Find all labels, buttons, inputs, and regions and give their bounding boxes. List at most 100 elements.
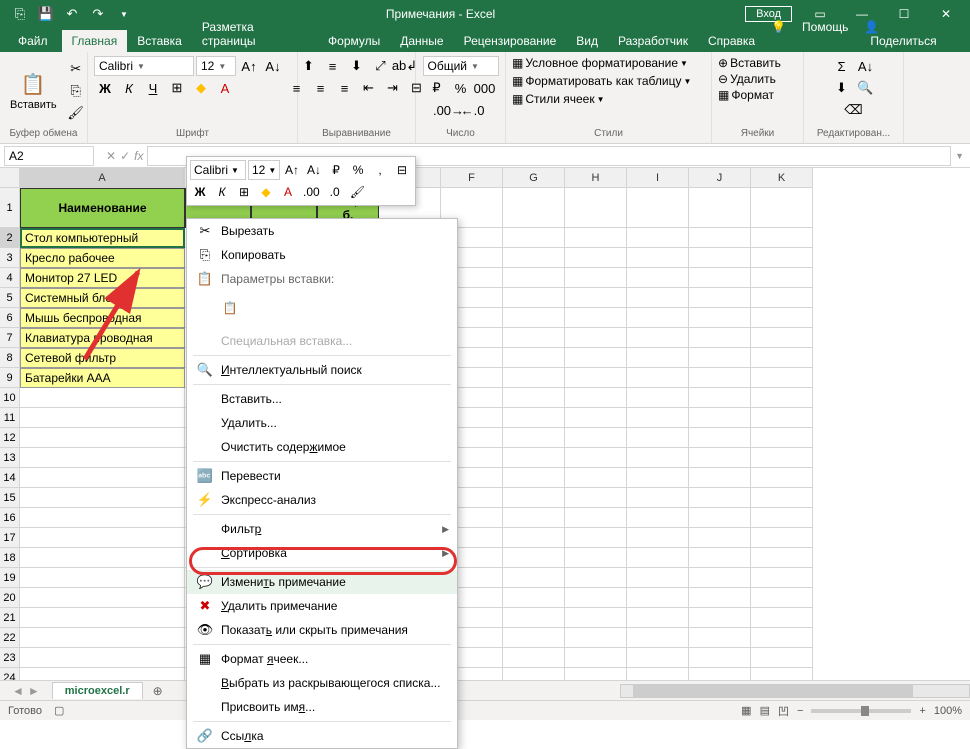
mini-dec-decimal-icon[interactable]: .0	[325, 182, 345, 202]
decrease-font-icon[interactable]: A↓	[262, 56, 284, 76]
orientation-icon[interactable]: ⤢	[370, 56, 392, 76]
horizontal-scrollbar[interactable]	[620, 684, 970, 698]
sheet-tab[interactable]: microexcel.r	[52, 682, 143, 699]
cell[interactable]	[565, 608, 627, 628]
tab-file[interactable]: Файл	[8, 30, 62, 52]
cell[interactable]	[20, 588, 185, 608]
cell[interactable]	[565, 268, 627, 288]
cell[interactable]	[751, 308, 813, 328]
cell[interactable]	[627, 568, 689, 588]
increase-decimal-icon[interactable]: .00→	[438, 100, 460, 120]
col-header-I[interactable]: I	[627, 168, 689, 188]
cell[interactable]	[689, 468, 751, 488]
cell[interactable]	[627, 408, 689, 428]
decrease-decimal-icon[interactable]: ←.0	[462, 100, 484, 120]
tell-me-icon[interactable]: 💡	[765, 16, 792, 52]
cell[interactable]	[627, 248, 689, 268]
cell[interactable]	[565, 288, 627, 308]
cell[interactable]	[627, 328, 689, 348]
mini-format-painter-icon[interactable]: 🖌	[347, 182, 368, 202]
fill-color-icon[interactable]: ◆	[190, 78, 212, 98]
ctx-sort[interactable]: Сортировка▶	[187, 541, 457, 565]
copy-icon[interactable]: ⎘	[65, 81, 87, 101]
tab-developer[interactable]: Разработчик	[608, 30, 698, 52]
row-header-18[interactable]: 18	[0, 548, 20, 568]
ctx-paste-button[interactable]: 📋	[217, 295, 243, 321]
cell[interactable]	[503, 388, 565, 408]
view-normal-icon[interactable]: ▦	[741, 704, 751, 717]
cell[interactable]	[503, 328, 565, 348]
comma-icon[interactable]: 000	[474, 78, 496, 98]
cell[interactable]	[565, 488, 627, 508]
tab-formulas[interactable]: Формулы	[318, 30, 390, 52]
mini-font-combo[interactable]: Calibri▼	[190, 160, 246, 180]
percent-icon[interactable]: %	[450, 78, 472, 98]
mini-border-icon[interactable]: ⊞	[234, 182, 254, 202]
font-size-combo[interactable]: 12▼	[196, 56, 236, 76]
cell[interactable]	[751, 348, 813, 368]
cell[interactable]	[503, 528, 565, 548]
ctx-pick-from-list[interactable]: Выбрать из раскрывающегося списка...	[187, 671, 457, 695]
name-box[interactable]: A2	[4, 146, 94, 166]
cell[interactable]	[751, 488, 813, 508]
row-header-9[interactable]: 9	[0, 368, 20, 388]
cell-name-3[interactable]: Кресло рабочее	[20, 248, 185, 268]
cell[interactable]	[627, 648, 689, 668]
ctx-quick-analysis[interactable]: ⚡Экспресс-анализ	[187, 488, 457, 512]
cell[interactable]	[689, 188, 751, 228]
zoom-slider[interactable]	[811, 709, 911, 713]
cell[interactable]	[503, 548, 565, 568]
cell-name-4[interactable]: Монитор 27 LED	[20, 268, 185, 288]
ctx-link[interactable]: 🔗Ссылка	[187, 724, 457, 748]
cell[interactable]	[503, 308, 565, 328]
row-header-20[interactable]: 20	[0, 588, 20, 608]
cell[interactable]	[751, 388, 813, 408]
cell[interactable]	[20, 428, 185, 448]
italic-icon[interactable]: К	[118, 78, 140, 98]
cell[interactable]	[20, 668, 185, 680]
align-center-icon[interactable]: ≡	[310, 78, 332, 98]
cell[interactable]	[565, 568, 627, 588]
align-left-icon[interactable]: ≡	[286, 78, 308, 98]
row-header-3[interactable]: 3	[0, 248, 20, 268]
undo-icon[interactable]: ↶	[60, 2, 84, 26]
cell[interactable]	[689, 228, 751, 248]
bold-icon[interactable]: Ж	[94, 78, 116, 98]
cell-name-7[interactable]: Клавиатура проводная	[20, 328, 185, 348]
row-header-21[interactable]: 21	[0, 608, 20, 628]
cell[interactable]	[689, 288, 751, 308]
cell[interactable]	[627, 668, 689, 680]
align-middle-icon[interactable]: ≡	[322, 56, 344, 76]
mini-fill-icon[interactable]: ◆	[256, 182, 276, 202]
cell[interactable]	[751, 448, 813, 468]
tab-page-layout[interactable]: Разметка страницы	[192, 16, 318, 52]
cell[interactable]	[565, 308, 627, 328]
sort-icon[interactable]: A↓	[855, 56, 877, 76]
cell[interactable]	[20, 388, 185, 408]
cell[interactable]	[689, 668, 751, 680]
cell[interactable]	[627, 288, 689, 308]
mini-bold-icon[interactable]: Ж	[190, 182, 210, 202]
cell[interactable]	[751, 328, 813, 348]
cell[interactable]	[20, 408, 185, 428]
ctx-edit-comment[interactable]: 💬Изменить примечание	[187, 570, 457, 594]
cell[interactable]	[20, 548, 185, 568]
cell-name-9[interactable]: Батарейки AAA	[20, 368, 185, 388]
ctx-translate[interactable]: 🔤Перевести	[187, 464, 457, 488]
cell[interactable]	[565, 468, 627, 488]
row-header-10[interactable]: 10	[0, 388, 20, 408]
sheet-prev-icon[interactable]: ◄	[12, 684, 24, 698]
ctx-clear[interactable]: Очистить содержимое	[187, 435, 457, 459]
row-header-11[interactable]: 11	[0, 408, 20, 428]
cell[interactable]	[751, 268, 813, 288]
row-header-13[interactable]: 13	[0, 448, 20, 468]
cell[interactable]	[689, 268, 751, 288]
cell[interactable]	[565, 188, 627, 228]
format-painter-icon[interactable]: 🖌	[65, 103, 87, 123]
cell[interactable]	[565, 588, 627, 608]
cell[interactable]	[627, 608, 689, 628]
cut-icon[interactable]: ✂	[65, 59, 87, 79]
tab-data[interactable]: Данные	[390, 30, 453, 52]
find-icon[interactable]: 🔍	[855, 78, 877, 98]
cell-name-5[interactable]: Системный блок	[20, 288, 185, 308]
